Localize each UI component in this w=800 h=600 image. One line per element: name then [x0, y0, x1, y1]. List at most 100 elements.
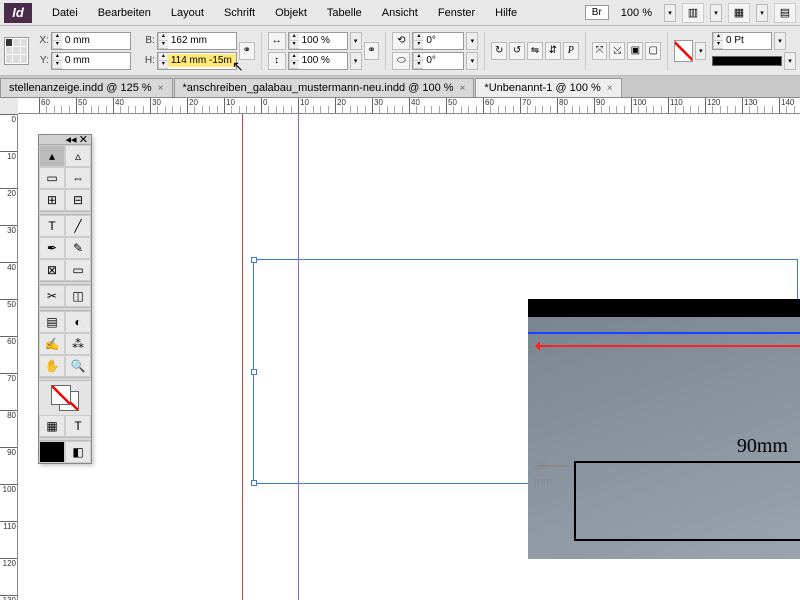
dimension-20-label: 20mm: [534, 457, 552, 489]
ruler-vertical[interactable]: 0102030405060708090100110120130: [0, 114, 18, 600]
doc-tab-2[interactable]: *anschreiben_galabau_mustermann-neu.indd…: [174, 78, 475, 97]
arrange-dropdown[interactable]: ▾: [756, 4, 768, 22]
scale-y-input[interactable]: [299, 54, 347, 67]
menu-fenster[interactable]: Fenster: [428, 3, 485, 23]
view-mode-tool[interactable]: ▦: [39, 415, 65, 437]
fill-stroke-swatch[interactable]: [39, 381, 91, 415]
constrain-scale-icon[interactable]: ⚭: [364, 42, 380, 60]
stroke-style-dropdown[interactable]: ▾: [784, 52, 796, 70]
width-field[interactable]: ▴▾: [157, 32, 237, 50]
stroke-swatch-dropdown[interactable]: ▾: [695, 42, 706, 60]
placed-image[interactable]: 90mm 20mm: [528, 299, 800, 559]
line-tool[interactable]: ╱: [65, 215, 91, 237]
close-icon[interactable]: ×: [607, 83, 613, 94]
stroke-swatch[interactable]: [674, 40, 693, 62]
selection-tool[interactable]: ▴: [39, 145, 65, 167]
height-input[interactable]: [168, 54, 236, 67]
free-transform-tool[interactable]: ◫: [65, 285, 91, 307]
screen-mode-dropdown[interactable]: ▾: [710, 4, 722, 22]
p-icon[interactable]: P: [563, 42, 579, 60]
rotate-dropdown[interactable]: ▾: [466, 32, 478, 50]
y-input[interactable]: [62, 54, 130, 67]
screen-mode-icon[interactable]: ▥: [682, 3, 704, 23]
rotate-cw-icon[interactable]: ↻: [491, 42, 507, 60]
x-field[interactable]: ▴▾: [51, 32, 131, 50]
pencil-tool[interactable]: ✎: [65, 237, 91, 259]
menu-hilfe[interactable]: Hilfe: [485, 3, 527, 23]
width-input[interactable]: [168, 34, 236, 47]
doc-tab-1[interactable]: stellenanzeige.indd @ 125 % ×: [0, 78, 173, 97]
rectangle-frame-tool[interactable]: ⊠: [39, 259, 65, 281]
eyedropper-tool[interactable]: ⁂: [65, 333, 91, 355]
inner-rectangle: [574, 461, 800, 541]
menu-bearbeiten[interactable]: Bearbeiten: [88, 3, 161, 23]
menu-tabelle[interactable]: Tabelle: [317, 3, 372, 23]
selection-handle[interactable]: [251, 257, 257, 263]
reference-point[interactable]: [4, 37, 29, 65]
workspace-icon[interactable]: ▤: [774, 3, 796, 23]
y-field[interactable]: ▴▾: [51, 52, 131, 70]
rotate-input[interactable]: [423, 34, 463, 47]
close-icon[interactable]: ×: [158, 83, 164, 94]
menu-ansicht[interactable]: Ansicht: [372, 3, 428, 23]
fill-color[interactable]: [51, 385, 71, 405]
select-container-icon[interactable]: ⤧: [592, 42, 608, 60]
tools-panel[interactable]: ◂◂ ✕ ▴ ▵ ▭ ⇔ ⊞ ⊟ T ╱ ✒ ✎ ⊠ ▭ ✂ ◫ ▤ ◐ ✍ ⁂…: [38, 134, 92, 464]
apply-color[interactable]: [39, 441, 65, 463]
rectangle-tool[interactable]: ▭: [65, 259, 91, 281]
rotate-ccw-icon[interactable]: ↺: [509, 42, 525, 60]
stroke-weight-dropdown[interactable]: ▾: [774, 32, 786, 50]
x-label: X:: [35, 35, 49, 46]
note-tool[interactable]: ✍: [39, 333, 65, 355]
shear-dropdown[interactable]: ▾: [466, 52, 478, 70]
shear-input[interactable]: [423, 54, 463, 67]
arrange-icon[interactable]: ▦: [728, 3, 750, 23]
panel-header[interactable]: ◂◂ ✕: [39, 135, 91, 145]
hand-tool[interactable]: ✋: [39, 355, 65, 377]
bridge-button[interactable]: Br: [585, 5, 609, 20]
scale-x-dropdown[interactable]: ▾: [350, 32, 362, 50]
dimension-90-label: 90mm: [737, 435, 788, 458]
menu-objekt[interactable]: Objekt: [265, 3, 317, 23]
zoom-level[interactable]: 100 %: [615, 5, 658, 21]
scale-y-dropdown[interactable]: ▾: [350, 52, 362, 70]
gradient-swatch-tool[interactable]: ▤: [39, 311, 65, 333]
scale-x-icon: ↔: [268, 32, 286, 50]
direct-selection-tool[interactable]: ▵: [65, 145, 91, 167]
selection-handle[interactable]: [251, 480, 257, 486]
menu-layout[interactable]: Layout: [161, 3, 214, 23]
selection-handle[interactable]: [251, 369, 257, 375]
type-tool[interactable]: T: [39, 215, 65, 237]
stroke-weight-input[interactable]: [723, 34, 771, 47]
canvas[interactable]: 90mm 20mm ◂◂ ✕ ▴ ▵ ▭ ⇔ ⊞ ⊟ T ╱ ✒ ✎ ⊠ ▭ ✂: [18, 114, 800, 600]
fit-frame-icon[interactable]: ▢: [645, 42, 661, 60]
scissors-tool[interactable]: ✂: [39, 285, 65, 307]
scale-y-icon: ↕: [268, 52, 286, 70]
gap-tool[interactable]: ⇔: [65, 167, 91, 189]
content-placer-tool[interactable]: ⊟: [65, 189, 91, 211]
ruler-horizontal[interactable]: 6050403020100102030405060708090100110120…: [18, 98, 800, 114]
menu-schrift[interactable]: Schrift: [214, 3, 265, 23]
menu-datei[interactable]: Datei: [42, 3, 88, 23]
select-content-icon[interactable]: ⤩: [609, 42, 625, 60]
doc-tab-3[interactable]: *Unbenannt-1 @ 100 % ×: [475, 78, 621, 97]
flip-h-icon[interactable]: ⇋: [527, 42, 543, 60]
pen-tool[interactable]: ✒: [39, 237, 65, 259]
flip-v-icon[interactable]: ⇵: [545, 42, 561, 60]
close-icon[interactable]: ×: [460, 83, 466, 94]
dimension-arrow: [536, 345, 800, 347]
type-mode-tool[interactable]: T: [65, 415, 91, 437]
apply-gradient[interactable]: ◧: [65, 441, 91, 463]
document-tabs: stellenanzeige.indd @ 125 % × *anschreib…: [0, 76, 800, 98]
fit-content-icon[interactable]: ▣: [627, 42, 643, 60]
page-tool[interactable]: ▭: [39, 167, 65, 189]
content-collector-tool[interactable]: ⊞: [39, 189, 65, 211]
zoom-dropdown[interactable]: ▾: [664, 4, 676, 22]
zoom-tool[interactable]: 🔍: [65, 355, 91, 377]
stroke-style[interactable]: [712, 56, 782, 66]
height-field[interactable]: ▴▾: [157, 52, 237, 70]
x-input[interactable]: [62, 34, 130, 47]
scale-x-input[interactable]: [299, 34, 347, 47]
constrain-wh-icon[interactable]: ⚭: [239, 42, 255, 60]
gradient-feather-tool[interactable]: ◐: [65, 311, 91, 333]
